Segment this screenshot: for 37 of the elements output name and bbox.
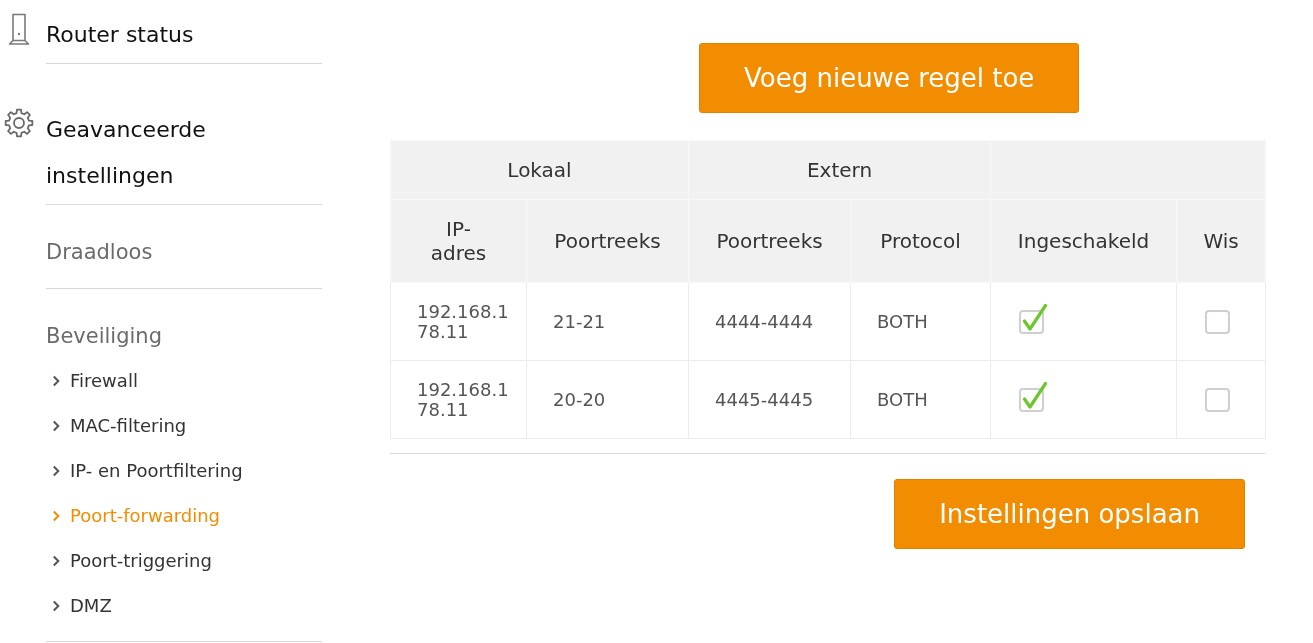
table-cell: 21-21 <box>526 282 689 361</box>
checkbox[interactable] <box>1019 381 1048 412</box>
table-cell: 20-20 <box>526 360 689 439</box>
table-cell: 4445-4445 <box>688 360 851 439</box>
submenu-item[interactable]: MAC-filtering <box>46 403 187 448</box>
column-header: Ingeschakeld <box>990 199 1177 283</box>
column-header: Poortreeks <box>688 199 851 283</box>
column-header: Poortreeks <box>526 199 689 283</box>
chevron-icon <box>52 599 60 612</box>
sidebar-item[interactable]: Geavanceerde instellingen <box>46 64 322 204</box>
chevron-icon <box>52 464 60 477</box>
checkbox[interactable] <box>1019 303 1048 334</box>
table-cell: BOTH <box>850 282 991 361</box>
table-cell: 192.168.178.11 <box>390 282 527 361</box>
router-icon <box>8 13 30 45</box>
chevron-icon <box>52 554 60 567</box>
table-cell: 4444-4444 <box>688 282 851 361</box>
checkbox[interactable] <box>1205 387 1231 412</box>
column-header: Wis <box>1176 199 1266 283</box>
settings-icon <box>4 108 34 138</box>
checkbox[interactable] <box>1205 309 1231 334</box>
column-group-header: Lokaal <box>390 140 689 200</box>
submenu-item[interactable]: DMZ <box>46 583 112 628</box>
sidebar-item[interactable]: Beveiliging <box>46 289 322 358</box>
submenu-item[interactable]: Firewall <box>46 358 138 403</box>
submenu-item[interactable]: Poort-triggering <box>46 538 212 583</box>
chevron-icon <box>52 374 60 387</box>
column-header: Protocol <box>850 199 991 283</box>
column-header: IP-adres <box>390 199 527 283</box>
column-group-header: Extern <box>688 140 991 200</box>
chevron-icon <box>52 419 60 432</box>
chevron-icon <box>52 509 60 522</box>
sidebar-item[interactable]: Draadloos <box>46 205 322 288</box>
table-cell: BOTH <box>850 360 991 439</box>
sidebar-item[interactable]: Router status <box>46 0 322 63</box>
table-cell: 192.168.178.11 <box>390 360 527 439</box>
submenu-item[interactable]: IP- en Poortfiltering <box>46 448 243 493</box>
